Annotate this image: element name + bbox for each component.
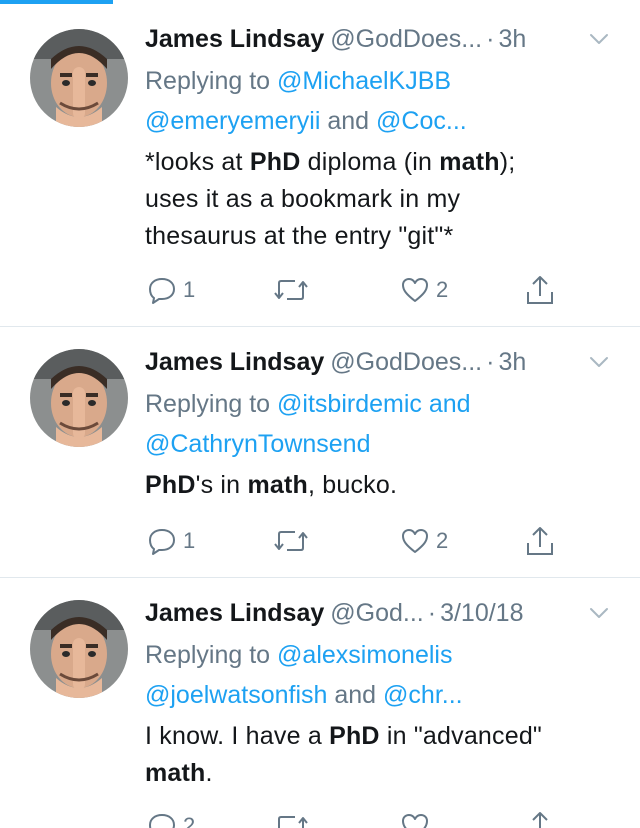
mention-link[interactable]: @joelwatsonfish [145,681,327,709]
tweet-text: PhD's in math, bucko. [145,467,620,504]
text-span: ); [499,148,516,176]
mention-link[interactable]: @alexsimonelis [277,641,452,669]
author-name[interactable]: James Lindsay [145,25,324,53]
like-count: 2 [436,528,449,553]
reply-button[interactable]: 2 [147,808,195,828]
replying-prefix: Replying to [145,641,271,669]
retweet-icon [274,280,308,300]
text-span: . [205,759,213,787]
share-icon [532,812,548,828]
like-button[interactable]: 2 [400,523,448,559]
and-text: and [334,681,377,709]
share-button[interactable] [525,272,555,308]
mention-link[interactable]: @MichaelKJBB [277,67,451,95]
reply-button[interactable]: 1 [147,523,195,559]
author-name[interactable]: James Lindsay [145,599,324,627]
bold-text: PhD [249,148,301,176]
text-span: diploma (in [300,148,440,176]
bold-text: PhD [329,722,380,750]
mention-link[interactable]: @CathrynTownsend [145,430,371,458]
share-icon [527,527,553,555]
separator-dot: · [427,599,437,627]
tweet-actions: 1 2 [145,523,585,559]
text-span: *looks at [145,148,250,176]
share-button[interactable] [525,523,555,559]
retweet-icon [278,816,308,828]
reply-count: 1 [183,277,196,302]
timestamp[interactable]: 3/10/18 [440,599,523,627]
mention-link[interactable]: @itsbirdemic [277,390,422,418]
replying-to: Replying to @alexsimonelis [145,636,620,674]
tweet[interactable]: James Lindsay @God... · 3/10/18 Replying to… [0,578,640,828]
and-text: and [327,107,370,135]
tweet[interactable]: James Lindsay @GodDoes... · 3h Replying to … [0,327,640,578]
heart-icon [402,529,428,553]
replying-to-continued: @joelwatsonfish and @chr... [145,676,620,714]
replying-prefix: Replying to [145,390,271,418]
heart-icon [402,814,428,828]
bold-text: math [145,759,206,787]
avatar[interactable] [30,600,128,698]
tweet-actions: 1 2 [145,272,585,308]
separator-dot: · [486,25,495,53]
tweet-text: *looks at PhD diploma (in math); uses it… [145,144,620,255]
bold-text: math [439,148,500,176]
mention-link[interactable]: @Coc... [376,107,467,135]
tweet-text: I know. I have a PhD in "advanced" math. [145,718,620,792]
retweet-icon [274,531,308,551]
separator-dot: · [486,348,495,376]
author-name[interactable]: James Lindsay [145,348,324,376]
like-count: 2 [436,277,449,302]
share-icon [527,276,553,304]
tweet-header: James Lindsay @God... · 3/10/18 [145,596,610,630]
timestamp[interactable]: 3h [498,348,526,376]
author-handle[interactable]: @God... [330,599,423,627]
avatar[interactable] [30,29,128,127]
replying-to-continued: @emeryemeryii and @Coc... [145,102,620,140]
reply-icon [149,278,175,304]
replying-to-continued: @CathrynTownsend [145,425,620,463]
reply-count: 2 [183,813,196,828]
chevron-down-icon[interactable] [588,351,610,373]
tweet-text-line: I know. I have a PhD in "advanced" [145,718,620,755]
retweet-button[interactable] [273,272,309,308]
mention-link[interactable]: @chr... [383,681,463,709]
share-button[interactable] [525,808,555,828]
bold-text: PhD [145,471,196,499]
tweet[interactable]: James Lindsay @GodDoes... · 3h Replying to … [0,0,640,327]
text-span: , bucko. [307,471,398,499]
chevron-down-icon[interactable] [588,28,610,50]
retweet-button[interactable] [273,523,309,559]
tweet-actions: 2 [145,808,585,828]
like-button[interactable] [400,808,430,828]
tweet-text-line: math. [145,755,620,792]
replying-to: Replying to @MichaelKJBB [145,62,620,100]
mention-link[interactable]: @emeryemeryii [145,107,320,135]
chevron-down-icon[interactable] [588,602,610,624]
tweet-text-line: *looks at PhD diploma (in math); [145,144,620,181]
reply-button[interactable]: 1 [147,272,195,308]
timestamp[interactable]: 3h [498,25,526,53]
retweet-button[interactable] [273,808,309,828]
replying-prefix: Replying to [145,67,271,95]
tweet-text-line: PhD's in math, bucko. [145,467,620,504]
reply-count: 1 [183,528,196,553]
tweet-header: James Lindsay @GodDoes... · 3h [145,345,610,379]
reply-icon [149,529,175,555]
tweet-header: James Lindsay @GodDoes... · 3h [145,22,610,56]
heart-icon [402,278,428,302]
avatar[interactable] [30,349,128,447]
tweet-text-line: uses it as a bookmark in my [145,185,461,213]
text-span: in "advanced" [379,722,543,750]
text-span: 's in [195,471,248,499]
text-span: I know. I have a [145,722,330,750]
and-text: and [428,390,471,418]
bold-text: math [247,471,308,499]
replying-to: Replying to @itsbirdemic and [145,385,620,423]
tweet-text-line: thesaurus at the entry "git"* [145,222,454,250]
author-handle[interactable]: @GodDoes... [330,348,482,376]
author-handle[interactable]: @GodDoes... [330,25,482,53]
like-button[interactable]: 2 [400,272,448,308]
reply-icon [149,814,175,828]
